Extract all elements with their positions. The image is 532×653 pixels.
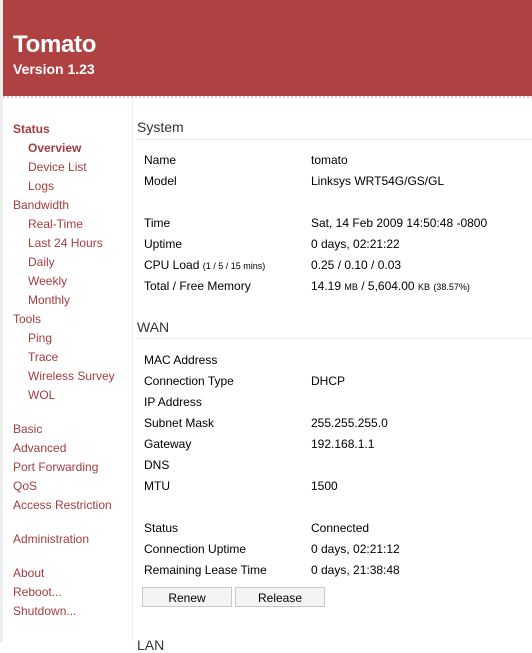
- nav-daily[interactable]: Daily: [28, 255, 55, 269]
- row-label: MAC Address: [144, 353, 218, 367]
- system-row-uptime: Uptime 0 days, 02:21:22: [144, 237, 532, 255]
- mem-free-unit: KB: [417, 282, 430, 292]
- nav-about[interactable]: About: [13, 566, 44, 580]
- mem-pct: (38.57%): [433, 282, 470, 292]
- row-label: Name: [144, 153, 177, 167]
- app-title: Tomato: [13, 31, 97, 58]
- section-title-lan: LAN: [137, 637, 165, 653]
- wan-status-row: Connection Uptime 0 days, 02:21:12: [144, 542, 532, 560]
- nav-basic[interactable]: Basic: [13, 422, 42, 436]
- nav-shutdown[interactable]: Shutdown...: [13, 604, 76, 618]
- section-rule: [137, 139, 532, 140]
- row-value: 0.25 / 0.10 / 0.03: [311, 258, 402, 272]
- nav-wol[interactable]: WOL: [28, 388, 55, 402]
- system-row-memory: Total / Free Memory 14.19 MB / 5,604.00 …: [144, 279, 532, 297]
- renew-button[interactable]: Renew: [142, 587, 232, 607]
- app-version: Version 1.23: [13, 61, 95, 77]
- system-row-time: Time Sat, 14 Feb 2009 14:50:48 -0800: [144, 216, 532, 234]
- nav-ping[interactable]: Ping: [28, 331, 52, 345]
- row-value: Connected: [311, 521, 370, 535]
- section-rule: [137, 338, 532, 339]
- wan-row: MAC Address: [144, 353, 532, 371]
- row-label: CPU Load (1 / 5 / 15 mins): [144, 258, 265, 272]
- nav-administration[interactable]: Administration: [13, 532, 89, 546]
- nav-trace[interactable]: Trace: [28, 350, 58, 364]
- wan-row: MTU 1500: [144, 479, 532, 497]
- row-value: 14.19 MB / 5,604.00 KB (38.57%): [311, 279, 470, 293]
- header-banner: Tomato Version 1.23: [3, 0, 532, 96]
- nav-reboot[interactable]: Reboot...: [13, 585, 62, 599]
- nav-advanced[interactable]: Advanced: [13, 441, 66, 455]
- mem-sep: /: [357, 279, 368, 293]
- nav-device-list[interactable]: Device List: [28, 160, 87, 174]
- row-label: Total / Free Memory: [144, 279, 251, 293]
- row-value: 0 days, 02:21:22: [311, 237, 400, 251]
- row-value: 0 days, 21:38:48: [311, 563, 400, 577]
- row-value: Sat, 14 Feb 2009 14:50:48 -0800: [311, 216, 488, 230]
- row-label: Uptime: [144, 237, 183, 251]
- row-value: 0 days, 02:21:12: [311, 542, 400, 556]
- mem-total: 14.19: [311, 279, 342, 293]
- row-label: Connection Type: [144, 374, 234, 388]
- system-row-name: Name tomato: [144, 153, 532, 171]
- wan-row: IP Address: [144, 395, 532, 413]
- row-value: 1500: [311, 479, 338, 493]
- row-value: tomato: [311, 153, 348, 167]
- row-value: DHCP: [311, 374, 346, 388]
- row-label: Model: [144, 174, 177, 188]
- cpu-note: (1 / 5 / 15 mins): [202, 261, 266, 271]
- nav-bandwidth[interactable]: Bandwidth: [13, 198, 69, 212]
- mem-free: 5,604.00: [367, 279, 415, 293]
- row-value: Linksys WRT54G/GS/GL: [311, 174, 445, 188]
- system-row-model: Model Linksys WRT54G/GS/GL: [144, 174, 532, 192]
- release-button[interactable]: Release: [235, 587, 325, 607]
- section-title-wan: WAN: [137, 319, 170, 335]
- row-value: 192.168.1.1: [311, 437, 375, 451]
- row-label: Status: [144, 521, 179, 535]
- wan-row: DNS: [144, 458, 532, 476]
- nav-monthly[interactable]: Monthly: [28, 293, 70, 307]
- nav-status[interactable]: Status: [13, 122, 50, 136]
- row-label: IP Address: [144, 395, 202, 409]
- row-label: Remaining Lease Time: [144, 563, 267, 577]
- nav-real-time[interactable]: Real-Time: [28, 217, 83, 231]
- wan-status-row: Status Connected: [144, 521, 532, 539]
- row-label: DNS: [144, 458, 170, 472]
- nav-access-restriction[interactable]: Access Restriction: [13, 498, 112, 512]
- mem-total-unit: MB: [344, 282, 358, 292]
- wan-row: Subnet Mask 255.255.255.0: [144, 416, 532, 434]
- row-label: MTU: [144, 479, 170, 493]
- nav-weekly[interactable]: Weekly: [28, 274, 67, 288]
- system-row-cpu: CPU Load (1 / 5 / 15 mins) 0.25 / 0.10 /…: [144, 258, 532, 276]
- wan-row: Gateway 192.168.1.1: [144, 437, 532, 455]
- nav-port-forwarding[interactable]: Port Forwarding: [13, 460, 98, 474]
- nav-wireless-survey[interactable]: Wireless Survey: [28, 369, 115, 383]
- nav-last-24-hours[interactable]: Last 24 Hours: [28, 236, 103, 250]
- row-label: Gateway: [144, 437, 192, 451]
- nav-qos[interactable]: QoS: [13, 479, 37, 493]
- row-label: Connection Uptime: [144, 542, 247, 556]
- nav-tools[interactable]: Tools: [13, 312, 41, 326]
- nav-logs[interactable]: Logs: [28, 179, 54, 193]
- row-label: Subnet Mask: [144, 416, 215, 430]
- wan-status-row: Remaining Lease Time 0 days, 21:38:48: [144, 563, 532, 581]
- wan-row: Connection Type DHCP: [144, 374, 532, 392]
- nav-overview[interactable]: Overview: [28, 141, 81, 155]
- row-label: Time: [144, 216, 171, 230]
- main-content: System Name tomato Model Linksys WRT54G/…: [133, 98, 532, 653]
- row-value: 255.255.255.0: [311, 416, 388, 430]
- cpu-label: CPU Load: [144, 258, 200, 272]
- section-title-system: System: [137, 119, 184, 135]
- sidebar-nav: Status Overview Device List Logs Bandwid…: [3, 98, 132, 642]
